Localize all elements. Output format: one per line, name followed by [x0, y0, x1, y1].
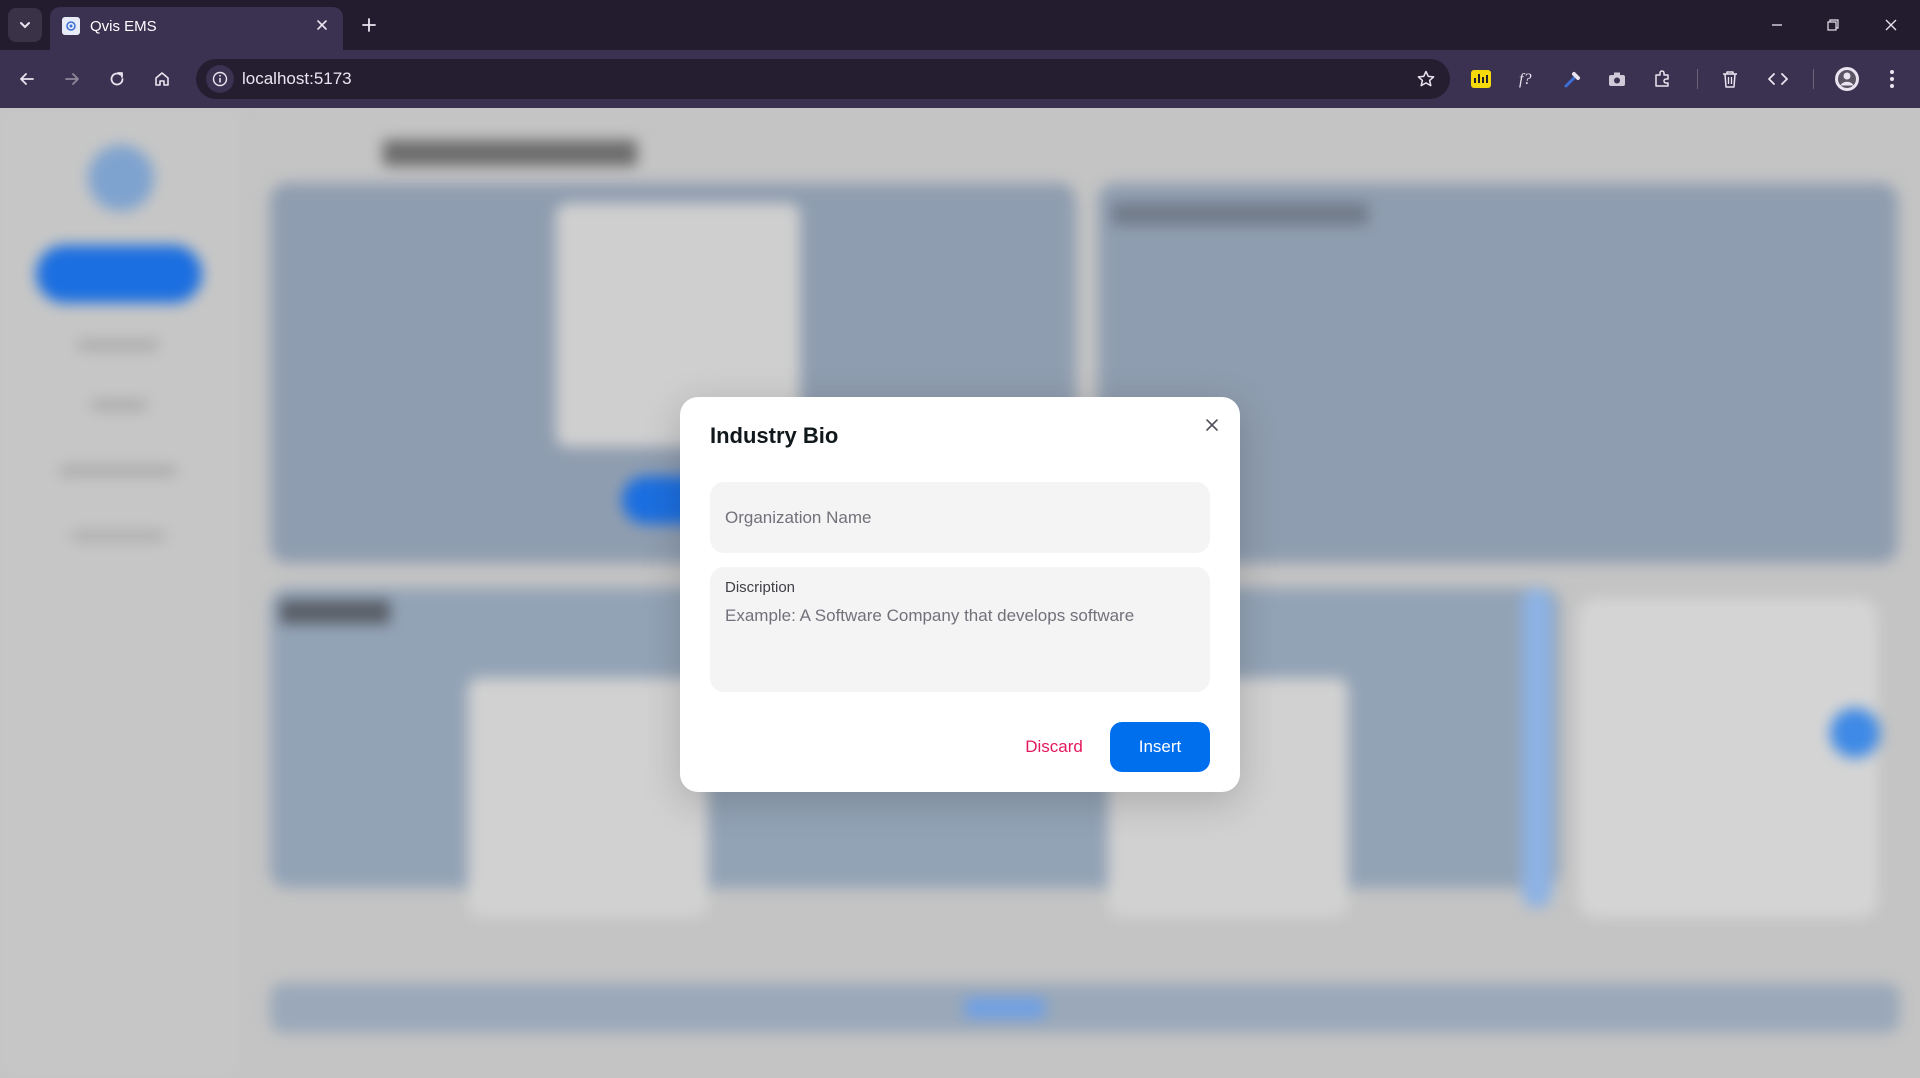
address-bar[interactable]: localhost:5173 — [196, 59, 1450, 99]
home-icon — [155, 72, 169, 86]
arrow-left-icon — [20, 73, 34, 85]
organization-name-field — [710, 482, 1210, 553]
trash-icon — [1723, 71, 1737, 88]
site-info-button[interactable] — [206, 65, 234, 93]
insert-button[interactable]: Insert — [1110, 722, 1210, 772]
panel-title — [280, 600, 390, 624]
devtools-extension-button[interactable] — [1762, 63, 1794, 95]
minimize-icon — [1772, 24, 1782, 26]
close-icon — [1206, 419, 1218, 431]
minimize-button[interactable] — [1757, 8, 1797, 42]
dialog-close-button[interactable] — [1198, 411, 1226, 439]
sidebar-item — [92, 400, 146, 410]
footer-link — [965, 998, 1045, 1018]
font-extension-icon: f? — [1519, 71, 1531, 88]
chevron-down-icon — [20, 22, 30, 29]
browser-tab[interactable]: Qvis EMS — [50, 7, 343, 50]
toolbar-separator — [1697, 69, 1698, 89]
organization-name-input[interactable] — [725, 482, 1195, 553]
discard-button[interactable]: Discard — [1005, 722, 1103, 772]
tab-list-button[interactable] — [8, 8, 42, 42]
plus-icon — [362, 18, 376, 32]
new-tab-button[interactable] — [354, 10, 384, 40]
close-icon — [317, 20, 327, 30]
forward-button[interactable] — [54, 61, 90, 97]
close-window-icon — [1885, 19, 1897, 31]
star-icon — [1417, 70, 1435, 87]
toolbar-separator — [1813, 69, 1814, 89]
restore-button[interactable] — [1813, 8, 1853, 42]
sidebar-item — [72, 531, 164, 541]
code-icon — [1768, 73, 1788, 85]
bookmark-button[interactable] — [1412, 65, 1440, 93]
eyedropper-extension-button[interactable] — [1557, 63, 1589, 95]
close-window-button[interactable] — [1871, 8, 1911, 42]
browser-tab-bar: Qvis EMS — [0, 0, 1920, 50]
info-icon — [212, 71, 228, 87]
camera-extension-button[interactable] — [1601, 63, 1633, 95]
tab-title: Qvis EMS — [90, 18, 157, 35]
browser-toolbar: localhost:5173 f? — [0, 50, 1920, 108]
svg-text:f?: f? — [1519, 71, 1531, 88]
reload-button[interactable] — [99, 61, 135, 97]
side-widget — [1578, 598, 1878, 918]
description-field: Discription — [710, 567, 1210, 692]
profile-button[interactable] — [1831, 63, 1863, 95]
arrow-right-icon — [65, 73, 79, 85]
industry-bio-dialog: Industry Bio Discription Discard Insert — [680, 397, 1240, 792]
chart-extension-button[interactable] — [1465, 63, 1497, 95]
trash-extension-button[interactable] — [1714, 63, 1746, 95]
restore-icon — [1827, 19, 1839, 31]
favicon-icon — [62, 17, 80, 35]
sidebar-item — [78, 340, 158, 350]
floating-button — [1830, 708, 1880, 758]
sidebar-item — [60, 466, 176, 476]
description-input[interactable] — [725, 605, 1195, 683]
home-button[interactable] — [144, 61, 180, 97]
page-heading — [383, 140, 637, 166]
reload-icon — [110, 72, 124, 86]
chart-extension-icon — [1471, 70, 1491, 88]
puzzle-icon — [1655, 70, 1669, 87]
back-button[interactable] — [9, 61, 45, 97]
camera-extension-icon — [1609, 72, 1625, 86]
footer-bar — [270, 983, 1900, 1033]
description-label: Discription — [725, 579, 796, 596]
sidebar-active-item — [36, 245, 202, 303]
eyedropper-extension-icon — [1564, 72, 1580, 88]
sidebar-logo — [88, 145, 154, 211]
url-text: localhost:5173 — [242, 69, 352, 88]
font-extension-button[interactable]: f? — [1511, 63, 1543, 95]
dialog-title: Industry Bio — [710, 423, 839, 448]
scroll-track — [1522, 588, 1552, 908]
extensions-button[interactable] — [1646, 63, 1678, 95]
tab-close-button[interactable] — [311, 14, 333, 36]
kebab-menu-icon — [1890, 70, 1894, 88]
browser-menu-button[interactable] — [1876, 63, 1908, 95]
profile-avatar — [1835, 67, 1859, 91]
card-title — [1112, 203, 1368, 225]
panel-image — [468, 678, 708, 918]
